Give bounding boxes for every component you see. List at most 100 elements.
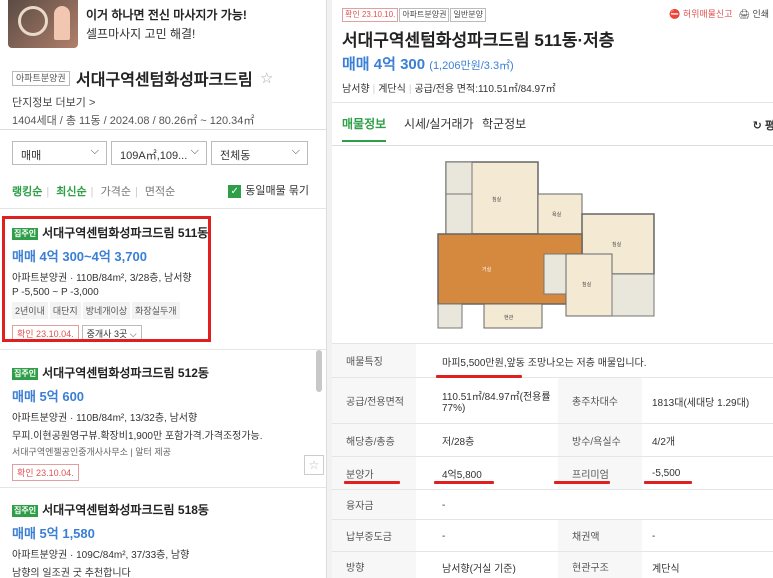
row-value: - <box>652 530 656 542</box>
type-badge: 아파트분양권 <box>399 8 450 22</box>
row-label: 매물특징 <box>332 344 416 377</box>
trade-type-select[interactable]: 매매 ⌵ <box>12 141 107 165</box>
listing-panel: 이거 하나면 전신 마사지가 가능! 셀프마사지 고민 해결! 아파트분양권 서… <box>0 0 326 578</box>
scrollbar[interactable] <box>316 350 322 392</box>
confirm-date: 확인 23.10.04. <box>12 464 79 481</box>
complex-info-link[interactable]: 단지정보 더보기 > <box>12 94 317 110</box>
table-row: 납부중도금 - 채권액 - <box>332 519 773 551</box>
listing-desc: 무피.이현공원영구뷰.확장비1,900만 포함가격.가격조정가능. <box>12 431 263 442</box>
row-value: 4억5,800 <box>442 470 482 481</box>
tab-listing-info[interactable]: 매물정보 <box>342 115 387 142</box>
favorite-star-icon[interactable]: ☆ <box>304 455 324 475</box>
chevron-down-icon: ⌵ <box>291 145 300 157</box>
row-label: 분양가 <box>332 457 416 489</box>
confirm-badge: 확인 23.10.10. <box>342 8 399 22</box>
listing-spec: 아파트분양권 · 109C/84m², 37/33층, 남향 <box>12 550 190 561</box>
same-listing-label: 동일매물 묶기 <box>245 185 309 197</box>
svg-text:침실: 침실 <box>492 196 502 203</box>
row-value: 4/2개 <box>652 437 676 448</box>
row-value: 남서향(거실 기준) <box>442 563 516 575</box>
listing-title[interactable]: 서대구역센텀화성파크드림 518동 <box>42 503 209 517</box>
trade-type-value: 매매 <box>21 150 42 162</box>
listing-spec: 아파트분양권 · 110B/84m², 13/32층, 남서향 <box>12 413 198 424</box>
row-label: 납부중도금 <box>332 520 416 551</box>
sort-price[interactable]: 가격순 <box>101 183 131 199</box>
ad-image <box>8 0 78 48</box>
tab-price-history[interactable]: 시세/실거래가 <box>404 115 474 140</box>
listing-price: 매매 5억 600 <box>12 389 85 404</box>
area-select[interactable]: 109A㎡,109... ⌵ <box>111 141 207 165</box>
underline-sale-label <box>344 481 400 484</box>
detail-tabs: 매물정보 시세/실거래가 학군정보 ↻ 평 <box>342 115 773 145</box>
ad-title[interactable]: 이거 하나면 전신 마사지가 가능! <box>86 6 247 23</box>
svg-text:욕실: 욕실 <box>552 211 562 218</box>
owner-tag: 집주인 <box>12 367 39 380</box>
tab-pyeong[interactable]: ↻ 평 <box>753 117 773 133</box>
row-value: 마피5,500만원,앞동 조망나오는 저층 매물입니다. <box>442 357 647 369</box>
highlight-box <box>2 216 211 342</box>
dong-value: 전체동 <box>220 150 251 162</box>
table-row: 공급/전용면적 110.51㎡/84.97㎡(전용률77%) 총주차대수 181… <box>332 377 773 423</box>
complex-stats: 1404세대 / 총 11동 / 2024.08 / 80.26㎡ ~ 120.… <box>12 115 255 127</box>
ad-subtitle: 셀프마사지 고민 해결! <box>86 27 196 41</box>
chevron-down-icon: ⌵ <box>190 145 199 157</box>
favorite-star-icon[interactable]: ☆ <box>260 69 273 87</box>
listing-item[interactable]: 집주인 서대구역센텀화성파크드림 512동 매매 5억 600 아파트분양권 · … <box>12 364 312 481</box>
sort-ranking[interactable]: 랭킹순 <box>12 183 42 199</box>
listing-price: 매매 5억 1,580 <box>12 526 95 541</box>
listing-agent: 서대구역엔젤공인중개사사무소 | 알터 제공 <box>12 447 171 457</box>
row-label: 방수/욕실수 <box>558 424 642 456</box>
listing-desc: 남향의 일조권 굿 추천합니다 <box>12 568 131 578</box>
row-value: 1813대(세대당 1.29대) <box>652 397 750 409</box>
table-row: 해당층/총층 저/28층 방수/욕실수 4/2개 <box>332 423 773 456</box>
divider <box>0 487 326 488</box>
svg-text:침실: 침실 <box>612 241 622 248</box>
sort-bar: 랭킹순 | 최신순 | 가격순 | 면적순 ✓ 동일매물 묶기 <box>12 183 312 199</box>
detail-price: 매매 4억 300 (1,206만원/3.3㎡) <box>342 56 514 73</box>
filter-bar: 매매 ⌵ 109A㎡,109... ⌵ 전체동 ⌵ <box>12 141 308 165</box>
dong-select[interactable]: 전체동 ⌵ <box>211 141 308 165</box>
sort-area[interactable]: 면적순 <box>145 183 175 199</box>
divider <box>332 145 773 146</box>
row-label: 융자금 <box>332 490 416 519</box>
underline-premium-value <box>644 481 692 484</box>
row-value: 계단식 <box>652 563 680 575</box>
listing-item[interactable]: 집주인 서대구역센텀화성파크드림 518동 매매 5억 1,580 아파트분양권 … <box>12 501 312 578</box>
table-row: 융자금 - <box>332 489 773 519</box>
row-value: 110.51㎡/84.97㎡(전용률77%) <box>442 392 551 414</box>
sale-type-badge: 일반분양 <box>450 8 486 22</box>
divider <box>0 349 326 350</box>
ad-banner[interactable]: 이거 하나면 전신 마사지가 가능! 셀프마사지 고민 해결! <box>0 0 326 52</box>
table-row: 방향 남서향(거실 기준) 현관구조 계단식 <box>332 551 773 578</box>
detail-actions: ⛔ 허위매물신고 🖨 인쇄 <box>669 7 769 20</box>
svg-text:침실: 침실 <box>582 281 592 288</box>
divider <box>0 208 326 209</box>
chevron-down-icon: ⌵ <box>90 145 99 157</box>
report-button[interactable]: ⛔ 허위매물신고 <box>669 9 732 19</box>
underline-premium-label <box>554 481 610 484</box>
svg-text:현관: 현관 <box>504 314 514 321</box>
listing-title[interactable]: 서대구역센텀화성파크드림 512동 <box>42 366 209 380</box>
divider <box>332 102 773 103</box>
print-button[interactable]: 🖨 인쇄 <box>739 9 770 19</box>
area-value: 109A㎡,109... <box>120 150 188 162</box>
detail-badges: 확인 23.10.10. 아파트분양권 일반분양 <box>342 6 487 22</box>
row-label: 채권액 <box>558 520 642 551</box>
row-label: 방향 <box>332 552 416 578</box>
row-label: 공급/전용면적 <box>332 378 416 423</box>
row-value: -5,500 <box>652 468 681 479</box>
tab-school[interactable]: 학군정보 <box>482 115 526 140</box>
complex-header: 아파트분양권 서대구역센텀화성파크드림 ☆ 단지정보 더보기 > 1404세대 … <box>12 66 317 128</box>
detail-title: 서대구역센텀화성파크드림 511동·저층 <box>342 31 615 50</box>
detail-panel: 확인 23.10.10. 아파트분양권 일반분양 ⛔ 허위매물신고 🖨 인쇄 서대구역… <box>332 0 773 578</box>
row-label: 총주차대수 <box>558 378 642 423</box>
complex-type-badge: 아파트분양권 <box>12 70 70 86</box>
underline-sale-value <box>434 481 494 484</box>
row-label: 해당층/총층 <box>332 424 416 456</box>
complex-name: 서대구역센텀화성파크드림 <box>76 72 253 89</box>
table-row: 매물특징 마피5,500만원,앞동 조망나오는 저층 매물입니다. <box>332 343 773 377</box>
detail-meta: 남서향 | 계단식 | 공급/전용 면적:110.51㎡/84.97㎡ <box>342 84 556 95</box>
sort-latest[interactable]: 최신순 <box>56 183 86 199</box>
same-listing-checkbox[interactable]: ✓ 동일매물 묶기 <box>228 182 309 198</box>
underline-feature <box>436 375 522 378</box>
